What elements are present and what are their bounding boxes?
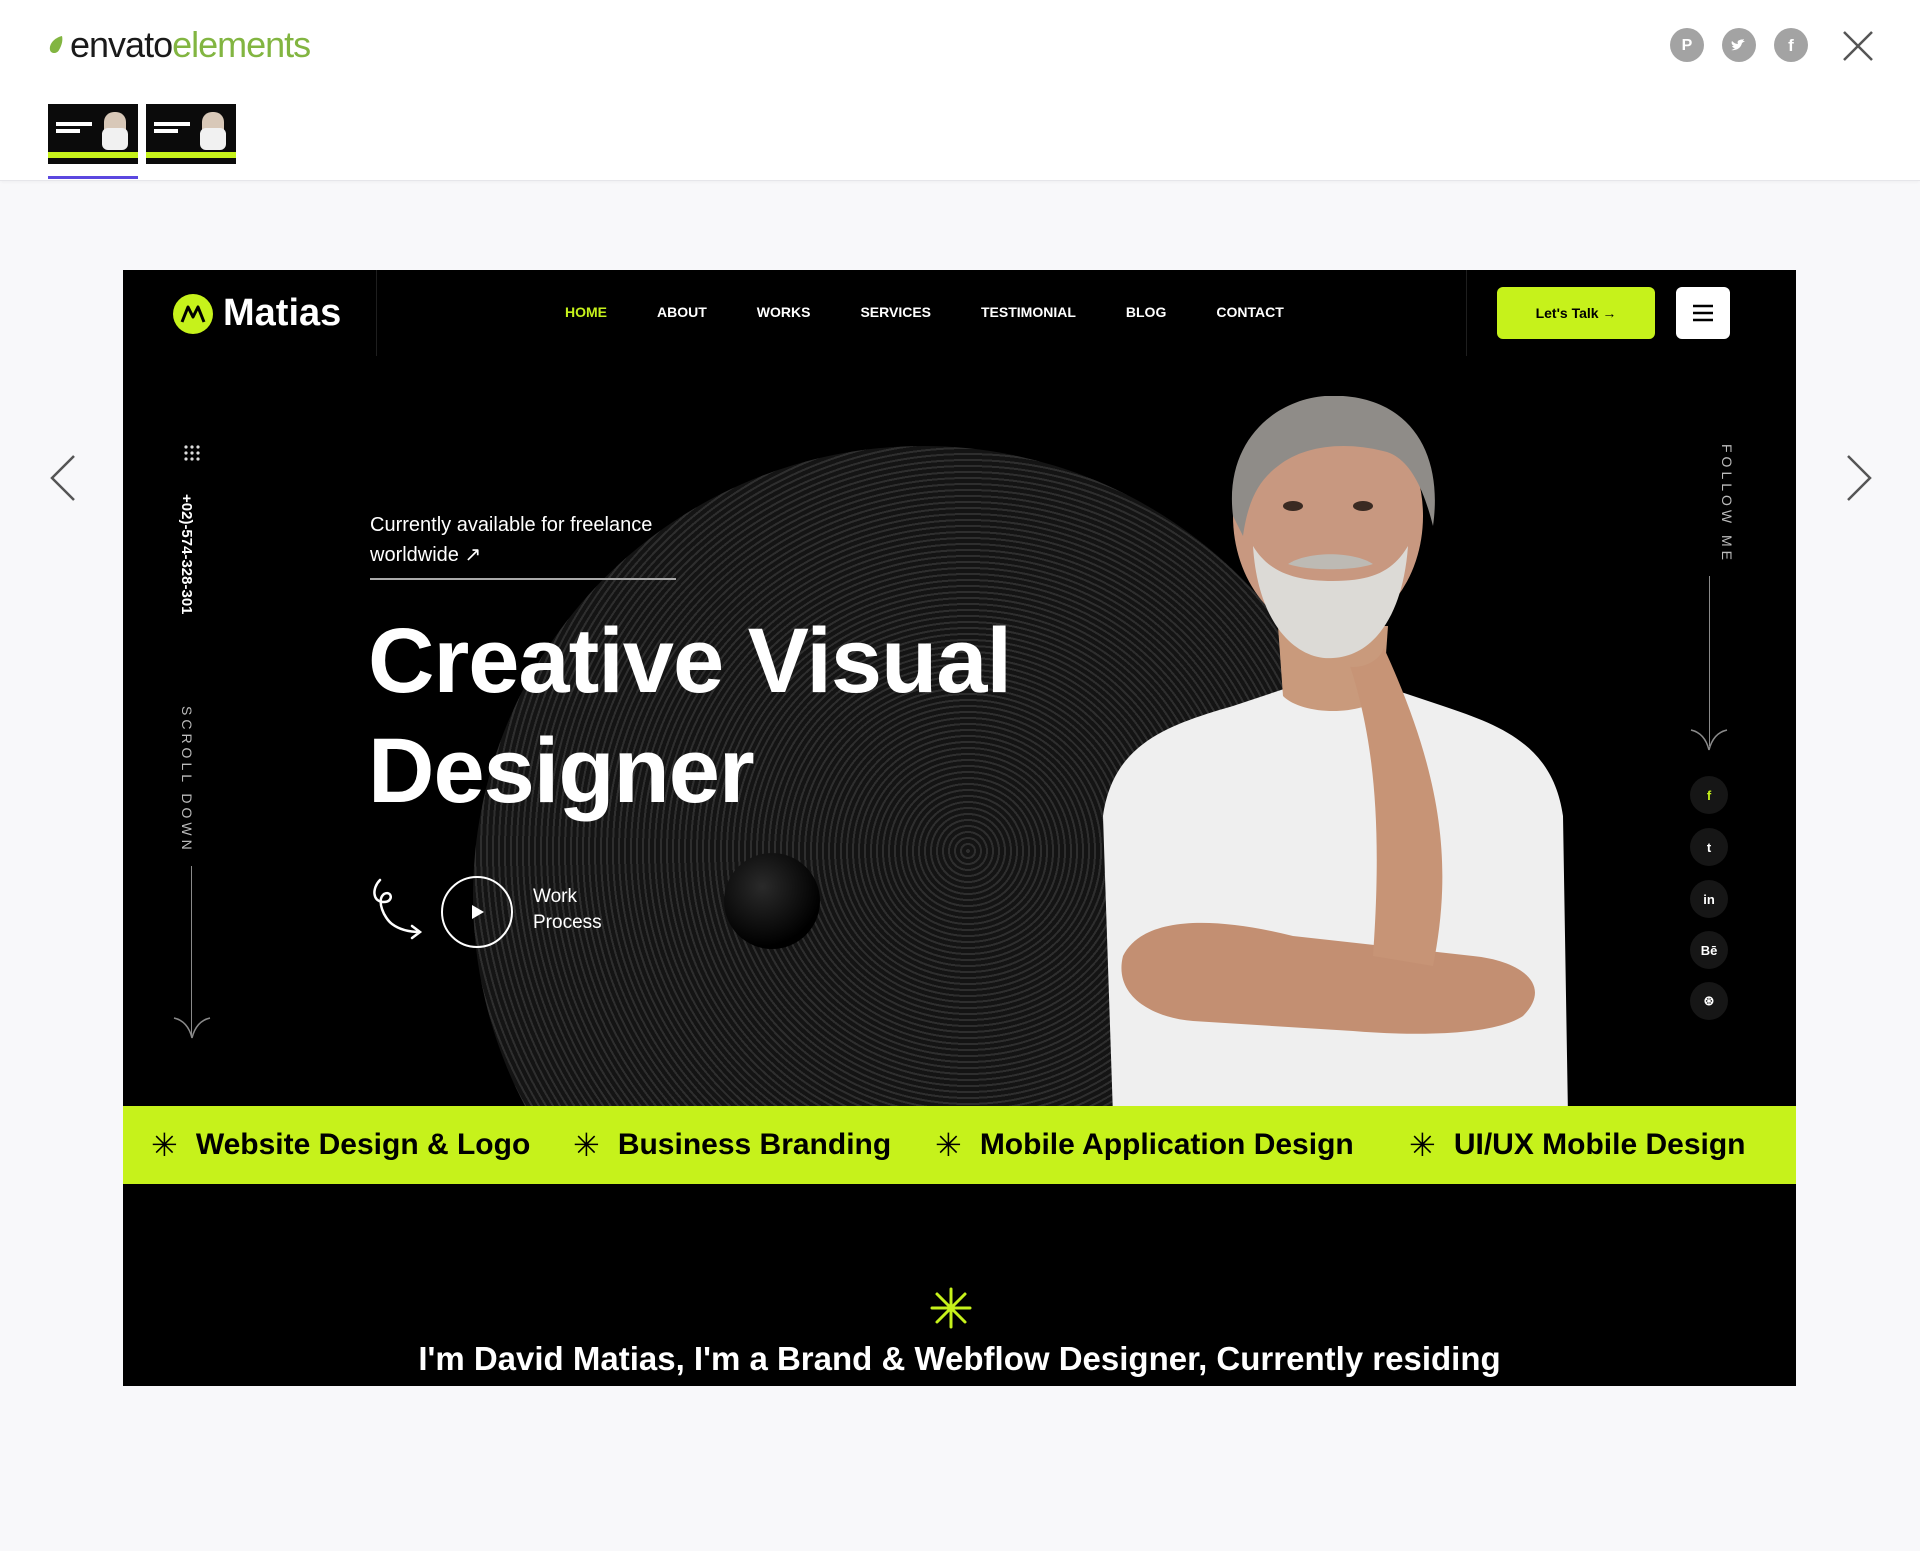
top-bar: envato elements P f [0,0,1920,181]
dots-grid-icon [184,445,200,461]
ticker-text-2: Business Branding [617,1128,892,1161]
svg-text:f: f [1788,36,1794,55]
hero-section: +02)-574-328-301 SCROLL DOWN FOLLOW ME f… [123,356,1796,1106]
next-arrow-icon[interactable] [1838,452,1878,504]
work-line-2: Process [533,912,602,933]
dribbble-social-icon: ⊛ [1690,982,1728,1020]
scroll-arrow-icon [173,1017,211,1039]
preview-menu: HOME ABOUT WORKS SERVICES TESTIMONIAL BL… [565,304,1334,320]
work-line-1: Work [533,886,577,907]
scroll-down-label: SCROLL DOWN [179,706,195,854]
menu-works: WORKS [756,304,811,320]
ticker-item-1: ✳ Website Design & Logo [151,1126,530,1164]
asterisk-star-icon [930,1287,972,1329]
about-section: I'm David Matias, I'm a Brand & Webflow … [123,1184,1796,1386]
availability-underline [370,578,676,580]
menu-services: SERVICES [860,304,931,320]
bio-text: I'm David Matias, I'm a Brand & Webflow … [418,1340,1501,1377]
follow-arrow-icon [1690,729,1728,751]
twitter-social-icon: t [1690,828,1728,866]
availability-line-2: worldwide ↗ [370,544,482,566]
menu-testimonial: TESTIMONIAL [981,304,1076,320]
brand-name: Matias [223,292,342,334]
thumbnail-2[interactable] [146,104,236,164]
asterisk-icon: ✳ [935,1127,962,1163]
hamburger-icon [1676,287,1730,339]
linkedin-social-icon: in [1690,880,1728,918]
previous-arrow-icon[interactable] [44,452,84,504]
ticker-text-1: Website Design & Logo [195,1128,531,1161]
hero-headline: Creative Visual Designer [368,606,1012,826]
twitter-icon[interactable] [1722,28,1756,62]
headline-line-1: Creative Visual [368,610,1012,712]
svg-text:P: P [1682,37,1693,54]
logo-text-elements: elements [172,24,311,65]
headline-line-2: Designer [368,720,755,822]
asterisk-icon: ✳ [151,1127,178,1163]
asterisk-icon: ✳ [1409,1127,1436,1163]
facebook-icon[interactable]: f [1774,28,1808,62]
availability-line-1: Currently available for freelance [370,514,653,536]
ticker-item-3: ✳ Mobile Application Design [935,1126,1354,1164]
thumbnail-selected-indicator [48,176,138,179]
play-button [441,876,513,948]
follow-me-label: FOLLOW ME [1719,444,1735,565]
menu-about: ABOUT [657,304,707,320]
work-process-label: Work Process [533,884,602,936]
ticker-item-4: ✳ UI/UX Mobile Design [1409,1126,1746,1164]
pinterest-icon[interactable]: P [1670,28,1704,62]
preview-brand: Matias [173,292,341,335]
envato-leaf-icon [49,36,63,53]
facebook-social-icon: f [1690,776,1728,814]
preview-navbar: Matias HOME ABOUT WORKS SERVICES TESTIMO… [123,270,1796,357]
scroll-line [191,866,192,1036]
menu-blog: BLOG [1125,304,1167,320]
behance-social-icon: Bē [1690,931,1728,969]
phone-number: +02)-574-328-301 [178,494,195,615]
availability-text: Currently available for freelance worldw… [370,510,690,570]
menu-home: HOME [565,304,607,320]
dark-orb [724,853,820,949]
menu-contact: CONTACT [1216,304,1284,320]
share-buttons: P f [1670,28,1808,62]
logo-text-envato: envato [70,24,173,65]
asterisk-icon: ✳ [573,1127,600,1163]
envato-elements-logo[interactable]: envato elements [48,24,311,66]
services-ticker: ✳ Website Design & Logo ✳ Business Brandin… [123,1106,1796,1184]
squiggle-arrow-icon [373,878,423,940]
designer-portrait [1103,396,1568,1106]
play-icon [472,905,484,919]
ticker-text-4: UI/UX Mobile Design [1453,1128,1746,1161]
ticker-item-2: ✳ Business Branding [573,1126,891,1164]
brand-logo-icon [173,293,213,334]
lets-talk-button: Let's Talk → [1497,287,1655,339]
thumbnail-strip [48,104,236,164]
thumbnail-1[interactable] [48,104,138,164]
ticker-text-3: Mobile Application Design [979,1128,1354,1161]
preview-image: Matias HOME ABOUT WORKS SERVICES TESTIMO… [123,270,1796,1386]
follow-line [1709,576,1710,746]
close-icon[interactable] [1838,26,1878,66]
